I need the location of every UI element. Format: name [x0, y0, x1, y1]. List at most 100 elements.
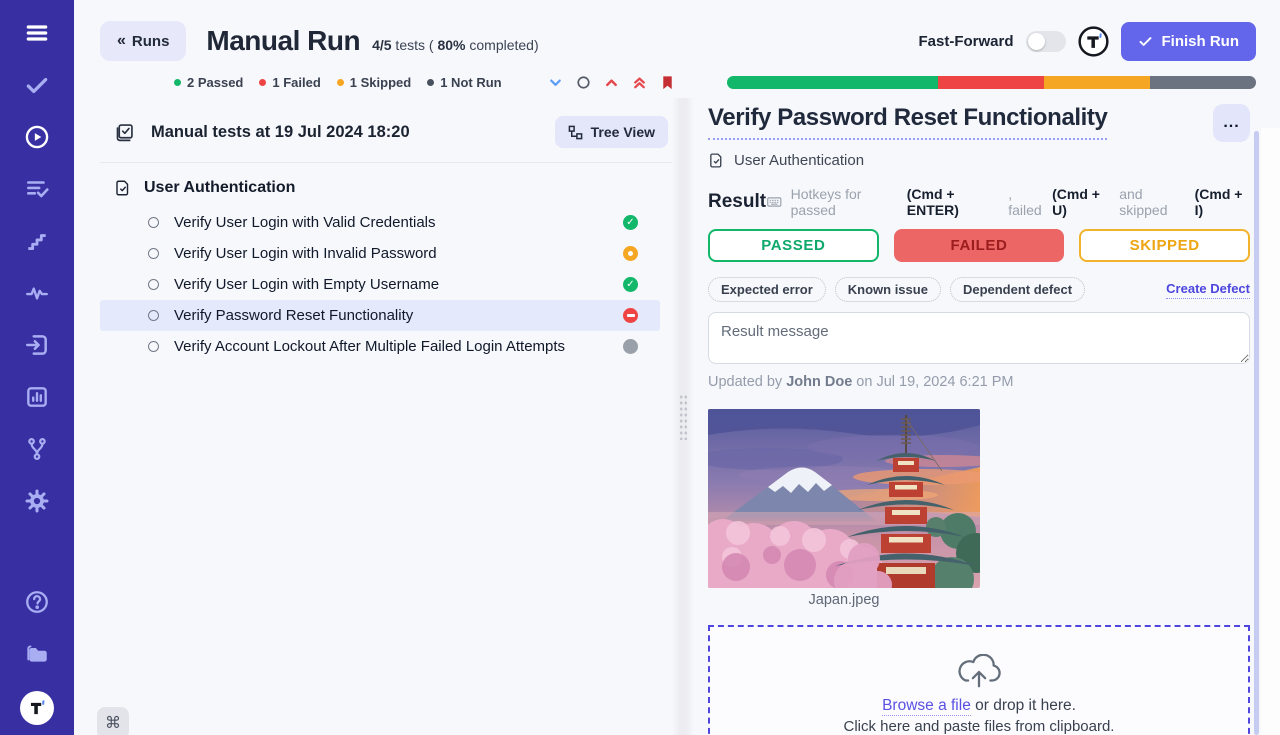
- pulse-icon[interactable]: [22, 278, 52, 308]
- notrun-dot: [427, 79, 434, 86]
- tag-known-issue[interactable]: Known issue: [835, 277, 941, 302]
- bookmark-icon[interactable]: [660, 75, 675, 90]
- keyboard-icon: [766, 193, 783, 211]
- test-detail-panel: Verify Password Reset Functionality ... …: [694, 98, 1280, 735]
- breadcrumb[interactable]: User Authentication: [708, 152, 1250, 169]
- chevron-down-icon[interactable]: [548, 75, 563, 90]
- more-options-button[interactable]: ...: [1213, 104, 1250, 142]
- play-circle-icon[interactable]: [22, 122, 52, 152]
- radio-bullet-icon: [148, 217, 159, 228]
- progress-failed: [938, 76, 1044, 89]
- radio-bullet-icon: [148, 279, 159, 290]
- list-check-icon[interactable]: [22, 174, 52, 204]
- right-panel-scrollbar[interactable]: [1254, 131, 1259, 735]
- check-icon[interactable]: [22, 70, 52, 100]
- status-failed-icon: [623, 308, 638, 323]
- brand-logo[interactable]: [1078, 26, 1109, 57]
- header: « Runs Manual Run 4/5 tests ( 80% comple…: [74, 0, 1280, 69]
- progress-notrun: [1150, 76, 1256, 89]
- fast-forward-toggle[interactable]: [1026, 31, 1066, 52]
- result-message-input[interactable]: [708, 312, 1250, 364]
- test-title: Verify User Login with Empty Username: [174, 276, 439, 293]
- right-gutter: [1261, 128, 1280, 735]
- skipped-dot: [337, 79, 344, 86]
- test-list-panel: Manual tests at 19 Jul 2024 18:20 Tree V…: [74, 98, 672, 735]
- finish-run-label: Finish Run: [1162, 33, 1240, 50]
- completed-label: completed): [465, 37, 538, 53]
- back-to-runs-button[interactable]: « Runs: [100, 21, 186, 61]
- gear-icon[interactable]: [22, 486, 52, 516]
- failed-button[interactable]: FAILED: [894, 229, 1065, 262]
- attachment-filename: Japan.jpeg: [708, 592, 980, 608]
- double-chevron-up-icon[interactable]: [632, 75, 647, 90]
- test-row[interactable]: Verify Account Lockout After Multiple Fa…: [100, 331, 660, 362]
- progress-skipped: [1044, 76, 1150, 89]
- group-title: User Authentication: [144, 179, 295, 197]
- grip-dots-icon: [679, 394, 688, 440]
- dropzone-line1: Browse a file or drop it here.: [882, 697, 1076, 715]
- help-icon[interactable]: [22, 587, 52, 617]
- header-right: Fast-Forward Finish Run: [918, 22, 1256, 61]
- tree-view-button[interactable]: Tree View: [555, 116, 668, 148]
- test-row[interactable]: Verify User Login with Empty Username: [100, 269, 660, 300]
- checklist-icon: [114, 122, 135, 143]
- run-title: Manual tests at 19 Jul 2024 18:20: [151, 123, 410, 142]
- tag-dependent-defect[interactable]: Dependent defect: [950, 277, 1085, 302]
- panel-resize-handle[interactable]: [672, 98, 694, 735]
- test-row[interactable]: Verify User Login with Valid Credentials: [100, 207, 660, 238]
- test-title: Verify User Login with Valid Credentials: [174, 214, 436, 231]
- test-title: Verify User Login with Invalid Password: [174, 245, 437, 262]
- dropzone-line2: Click here and paste files from clipboar…: [844, 718, 1115, 735]
- finish-run-button[interactable]: Finish Run: [1121, 22, 1257, 61]
- test-row[interactable]: Verify User Login with Invalid Password: [100, 238, 660, 269]
- radio-bullet-icon: [148, 310, 159, 321]
- projects-icon[interactable]: [22, 639, 52, 669]
- file-dropzone[interactable]: Browse a file or drop it here. Click her…: [708, 625, 1250, 735]
- page-title: Manual Run: [206, 25, 360, 57]
- result-header: Result Hotkeys for passed (Cmd + ENTER),…: [708, 186, 1250, 218]
- test-detail-title[interactable]: Verify Password Reset Functionality: [708, 104, 1107, 140]
- double-chevron-left-icon: «: [117, 32, 124, 50]
- suite-group[interactable]: User Authentication: [100, 163, 672, 207]
- failed-dot: [259, 79, 266, 86]
- file-check-icon: [708, 152, 725, 169]
- create-defect-link[interactable]: Create Defect: [1166, 281, 1250, 299]
- attachment-image-japan[interactable]: [708, 409, 980, 588]
- tag-expected-error[interactable]: Expected error: [708, 277, 826, 302]
- breadcrumb-label: User Authentication: [734, 152, 864, 169]
- passed-button[interactable]: PASSED: [708, 229, 879, 262]
- circle-icon[interactable]: [576, 75, 591, 90]
- status-passed-icon: [623, 277, 638, 292]
- skipped-button[interactable]: SKIPPED: [1079, 229, 1250, 262]
- browse-file-link[interactable]: Browse a file: [882, 697, 971, 716]
- passed-dot: [174, 79, 181, 86]
- import-icon[interactable]: [22, 330, 52, 360]
- notrun-counter: 1 Not Run: [427, 75, 501, 90]
- updated-user: John Doe: [786, 374, 852, 390]
- toggle-knob: [1028, 33, 1045, 50]
- progress-bar-wrap: [727, 76, 1256, 89]
- passed-counter: 2 Passed: [174, 75, 243, 90]
- tree-view-label: Tree View: [591, 124, 655, 140]
- back-label: Runs: [132, 33, 170, 50]
- test-row-selected[interactable]: Verify Password Reset Functionality: [100, 300, 660, 331]
- hotkeys-hint: Hotkeys for passed (Cmd + ENTER), failed…: [766, 186, 1250, 218]
- tests-label: tests (: [392, 37, 438, 53]
- analytics-icon[interactable]: [22, 382, 52, 412]
- run-stats: 4/5 tests ( 80% completed): [372, 37, 539, 53]
- radio-bullet-icon: [148, 248, 159, 259]
- chevron-up-icon[interactable]: [604, 75, 619, 90]
- failed-counter: 1 Failed: [259, 75, 320, 90]
- priority-filter-icons: [548, 75, 675, 90]
- menu-icon[interactable]: [22, 18, 52, 48]
- main-area: « Runs Manual Run 4/5 tests ( 80% comple…: [74, 0, 1280, 735]
- test-title: Verify Account Lockout After Multiple Fa…: [174, 338, 565, 355]
- branch-icon[interactable]: [22, 434, 52, 464]
- testomat-logo[interactable]: [20, 691, 54, 725]
- tests-ratio: 4/5: [372, 37, 391, 53]
- result-heading: Result: [708, 191, 766, 213]
- steps-icon[interactable]: [22, 226, 52, 256]
- run-header: Manual tests at 19 Jul 2024 18:20 Tree V…: [100, 108, 672, 163]
- defect-tags: Expected error Known issue Dependent def…: [708, 277, 1250, 302]
- keyboard-shortcuts-button[interactable]: ⌘: [97, 707, 129, 735]
